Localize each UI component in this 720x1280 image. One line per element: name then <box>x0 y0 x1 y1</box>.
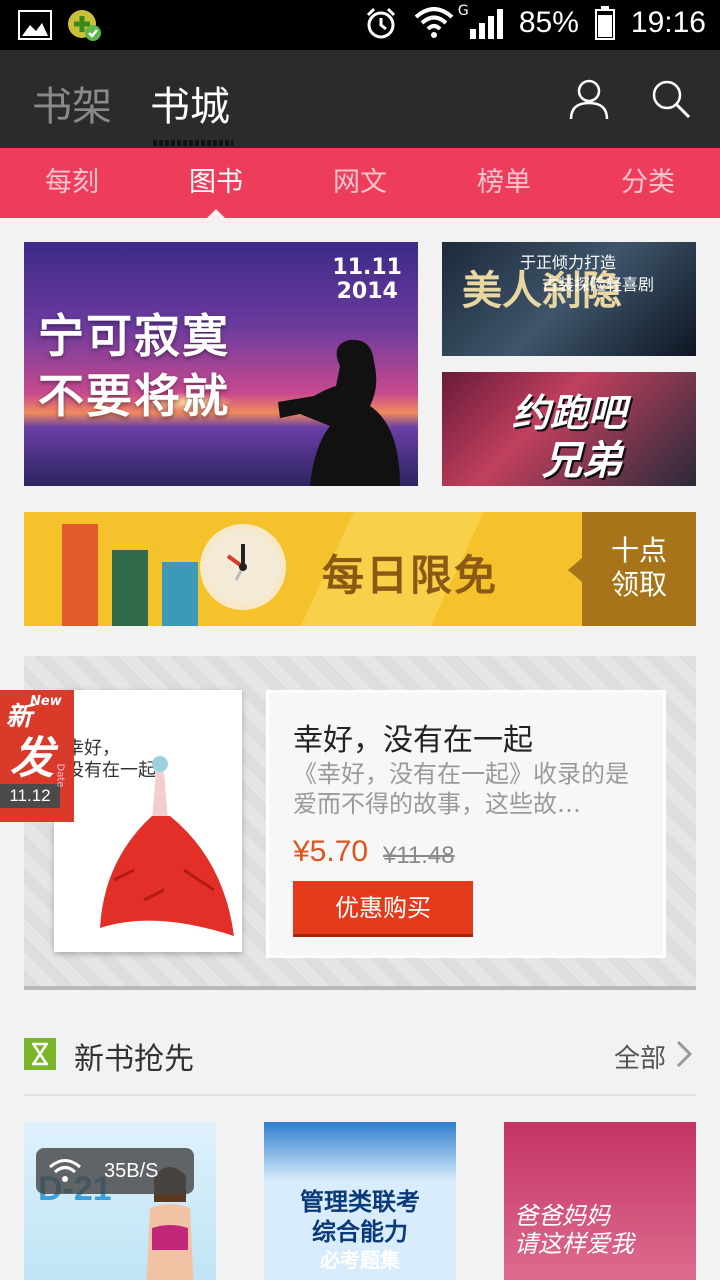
main-promo-banner[interactable]: 宁可寂寞 不要将就 11.11 2014 <box>24 242 418 486</box>
book-card[interactable]: 爸爸妈妈 请这样爱我 <box>504 1122 696 1280</box>
category-tab-categories[interactable]: 分类 <box>576 148 720 218</box>
discount-buy-button[interactable]: 优惠购买 <box>293 881 473 937</box>
book-spine-decoration <box>112 550 148 626</box>
book-spine-decoration <box>62 524 98 626</box>
tab-bookstore[interactable]: 书城 <box>150 74 230 132</box>
tab-bookshelf[interactable]: 书架 <box>32 74 112 132</box>
badge-date: 11.11 <box>332 255 402 280</box>
view-all-link[interactable]: 全部 <box>614 1038 666 1075</box>
claim-line-2: 领取 <box>610 568 667 601</box>
category-tab-books[interactable]: 图书 <box>144 148 288 218</box>
section-title: 新书抢先 <box>74 1042 194 1077</box>
featured-new-book: 幸好， 没有在一起 幸好，没有在一起 《幸好，没有在一起》收录的是爱而不得的故事… <box>24 656 696 990</box>
book-title: 幸好，没有在一起 <box>293 723 533 758</box>
banner-headline-1: 宁可寂寞 <box>38 309 230 363</box>
photographer-silhouette <box>278 339 400 486</box>
daily-free-banner[interactable]: 每日限免 十点 领取 <box>24 512 696 626</box>
date-label: Date <box>54 763 66 788</box>
hourglass-icon <box>24 1038 56 1070</box>
category-tab-meike[interactable]: 每刻 <box>0 148 144 218</box>
daily-free-claim[interactable]: 十点 领取 <box>568 512 696 626</box>
double-eleven-badge: 11.11 2014 <box>332 256 402 304</box>
status-bar: G 85% 19:16 <box>0 0 720 50</box>
network-speed-value: 35B/S <box>104 1160 159 1182</box>
banner-headline-2: 不要将就 <box>38 369 230 423</box>
badge-year: 2014 <box>336 279 398 304</box>
release-date: 11.12 <box>0 784 60 808</box>
signal-type-label: G <box>457 3 469 19</box>
tag-fa: 发 <box>10 733 54 784</box>
clock-icon <box>200 524 286 610</box>
new-release-tag: 新 New 发 11.12 Date <box>0 690 74 822</box>
book-description: 《幸好，没有在一起》收录的是爱而不得的故事，这些故… <box>293 760 629 818</box>
chevron-right-icon[interactable] <box>670 1038 696 1070</box>
category-tab-webnovel[interactable]: 网文 <box>288 148 432 218</box>
battery-icon <box>594 6 615 40</box>
search-icon[interactable] <box>650 78 692 120</box>
drama-subtitle-1: 于正倾力打造 <box>520 253 617 272</box>
alarm-icon <box>366 7 395 39</box>
running-promo-banner[interactable]: 约跑吧 兄弟 <box>442 372 696 486</box>
book-cover-line-2: 请这样爱我 <box>514 1230 634 1258</box>
red-dress-illustration <box>100 756 234 936</box>
signal-icon: G <box>458 3 503 39</box>
book-cover-title: 爸爸妈妈 请这样爱我 <box>514 1202 634 1258</box>
image-icon <box>18 10 52 40</box>
user-icon[interactable] <box>568 78 610 120</box>
running-title-2: 兄弟 <box>542 438 622 484</box>
section-divider <box>24 1094 696 1096</box>
tag-new: New <box>30 694 62 709</box>
book-cover-line-1: 爸爸妈妈 <box>514 1202 610 1230</box>
active-tab-indicator <box>153 140 233 146</box>
daily-free-title: 每日限免 <box>322 551 499 600</box>
category-tab-rankings[interactable]: 榜单 <box>432 148 576 218</box>
drama-promo-banner[interactable]: 美人刹隐 于正倾力打造 古装探险轻喜剧 <box>442 242 696 356</box>
book-cover[interactable]: 幸好， 没有在一起 <box>54 690 242 952</box>
drama-subtitle-2: 古装探险轻喜剧 <box>542 275 655 294</box>
book-info-card[interactable]: 幸好，没有在一起 《幸好，没有在一起》收录的是爱而不得的故事，这些故… ¥5.7… <box>266 690 666 958</box>
book-original-price: ¥11.48 <box>383 842 455 869</box>
app-bar: 书架 书城 <box>0 50 720 148</box>
battery-percent: 85% <box>518 6 579 39</box>
book-price: ¥5.70 <box>293 835 369 868</box>
book-card[interactable]: D-21 <box>24 1122 216 1280</box>
book-cover-line-3: 必考题集 <box>320 1248 400 1272</box>
book-cover-line-2: 综合能力 <box>312 1218 408 1246</box>
claim-line-1: 十点 <box>610 534 667 567</box>
book-spine-decoration <box>162 562 198 626</box>
new-books-section-header: 新书抢先 全部 <box>24 1028 696 1084</box>
category-nav: 每刻 图书 网文 榜单 分类 <box>0 148 720 218</box>
book-card[interactable]: 管理类联考 综合能力 必考题集 <box>264 1122 456 1280</box>
wifi-icon <box>49 1159 81 1182</box>
network-speed-overlay: 35B/S <box>36 1148 194 1194</box>
clock-time: 19:16 <box>630 6 706 39</box>
wifi-icon <box>414 7 454 38</box>
app-badge-icon <box>68 10 101 41</box>
